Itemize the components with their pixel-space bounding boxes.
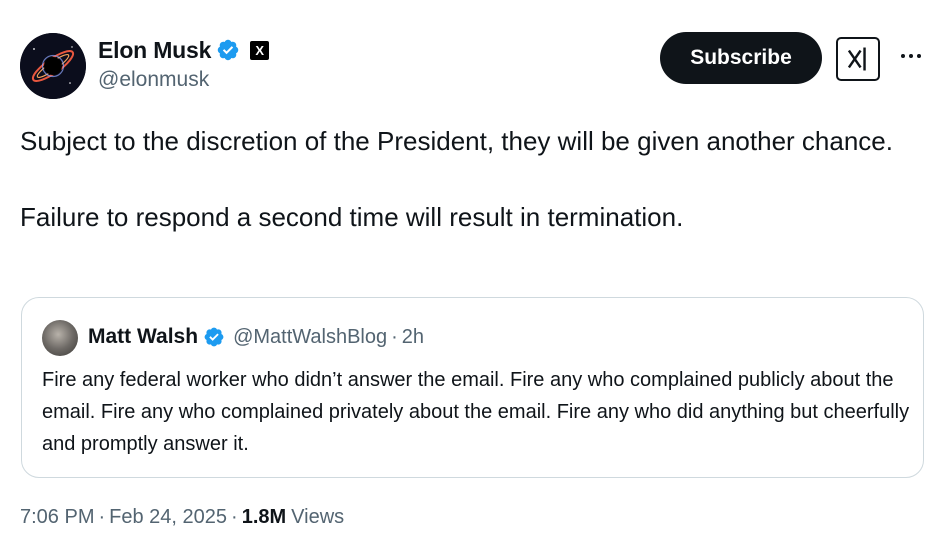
quoted-tweet-header: Matt Walsh @MattWalshBlog · 2h (88, 322, 424, 352)
tweet-paragraph: Failure to respond a second time will re… (20, 202, 684, 232)
views-count: 1.8M (241, 506, 287, 528)
more-options-icon[interactable] (896, 44, 926, 68)
tweet-paragraph: Subject to the discretion of the Preside… (20, 126, 893, 156)
more-dot (909, 54, 913, 58)
quoted-author-avatar (42, 320, 78, 356)
quoted-author-handle: @MattWalshBlog (233, 325, 388, 348)
views-label: Views (291, 506, 345, 528)
author-avatar[interactable] (20, 33, 86, 99)
subscribe-button[interactable]: Subscribe (660, 32, 822, 84)
x-org-badge-icon[interactable]: X (250, 40, 270, 60)
author-display-name[interactable]: Elon Musk (98, 37, 211, 64)
avatar-image (20, 33, 86, 99)
more-dot (917, 54, 921, 58)
more-dot (901, 54, 905, 58)
quoted-tweet-text: Fire any federal worker who didn’t answe… (42, 369, 910, 455)
separator-dot: · (231, 506, 238, 528)
author-name-row: Elon Musk X (98, 34, 270, 66)
grok-icon[interactable] (836, 37, 880, 81)
tweet-text: Subject to the discretion of the Preside… (20, 122, 920, 236)
tweet-time[interactable]: 7:06 PM (20, 506, 94, 529)
verified-badge-icon (203, 326, 225, 348)
tweet-date[interactable]: Feb 24, 2025 (109, 506, 227, 529)
separator-dot: · (391, 325, 398, 348)
quoted-tweet-time: 2h (401, 325, 425, 348)
author-handle[interactable]: @elonmusk (98, 68, 209, 92)
tweet-meta: 7:06 PM · Feb 24, 2025 · 1.8M Views (20, 506, 344, 529)
quoted-tweet-card[interactable]: Matt Walsh @MattWalshBlog · 2h Fire any … (21, 297, 924, 478)
quoted-author-name: Matt Walsh (88, 325, 199, 348)
verified-badge-icon[interactable] (216, 38, 240, 62)
separator-dot: · (98, 506, 106, 528)
